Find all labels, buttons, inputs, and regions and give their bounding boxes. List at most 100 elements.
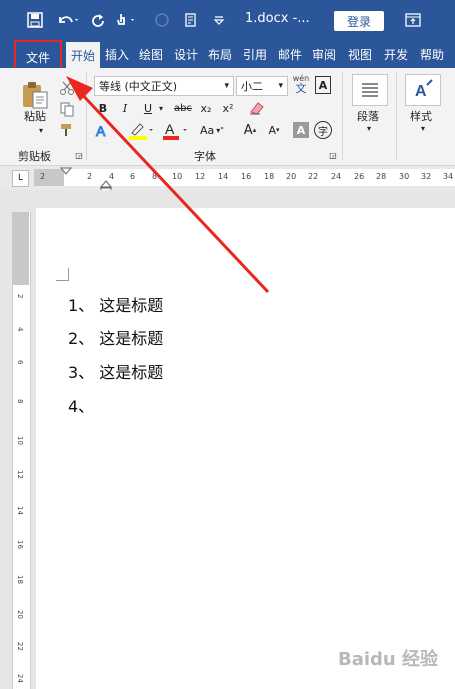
- chevron-down-icon: ▾: [224, 81, 229, 91]
- vertical-ruler-tick: 14: [16, 506, 24, 515]
- new-window-icon[interactable]: [180, 8, 202, 32]
- chevron-down-icon: ▾: [278, 81, 283, 91]
- ruler-tick: 30: [399, 172, 410, 181]
- cut-icon[interactable]: [59, 80, 75, 96]
- font-dialog-launcher-icon[interactable]: ◲: [328, 150, 338, 160]
- save-icon[interactable]: [24, 8, 46, 32]
- vertical-ruler-tick: 8: [16, 399, 24, 404]
- tab-selector[interactable]: L: [12, 170, 29, 187]
- document-page[interactable]: [36, 208, 455, 689]
- tab-draw[interactable]: 绘图: [136, 40, 166, 68]
- styles-dropdown-icon[interactable]: ▾: [418, 124, 428, 133]
- paste-dropdown-icon[interactable]: ▾: [36, 126, 46, 135]
- chevron-down-icon: ▾": [216, 125, 224, 135]
- tab-layout[interactable]: 布局: [205, 40, 235, 68]
- tab-home[interactable]: 开始: [66, 42, 100, 68]
- ruler-tick: 28: [376, 172, 387, 181]
- styles-button-label[interactable]: 样式: [410, 108, 432, 124]
- character-border-button[interactable]: A: [315, 76, 331, 94]
- watermark-logo: Baidu 经验: [338, 649, 439, 670]
- circle-icon[interactable]: [152, 8, 172, 32]
- ruler-tick: 34: [443, 172, 454, 181]
- paste-icon[interactable]: [20, 80, 50, 110]
- paste-button[interactable]: 粘贴: [18, 108, 52, 124]
- vertical-ruler-tick: 24: [16, 674, 24, 683]
- paragraph-button-label[interactable]: 段落: [357, 108, 379, 124]
- group-separator: [396, 72, 397, 160]
- ruler-tick: 14: [218, 172, 229, 181]
- character-shading-button[interactable]: A: [293, 122, 309, 138]
- font-name-dropdown[interactable]: 等线 (中文正文) ▾: [94, 76, 234, 96]
- font-size-dropdown[interactable]: 小二 ▾: [236, 76, 288, 96]
- enclose-characters-button[interactable]: 字: [314, 121, 332, 139]
- font-group-label: 字体: [194, 150, 216, 163]
- ruler-tick: 20: [286, 172, 297, 181]
- paragraph-icon[interactable]: [352, 74, 388, 106]
- font-color-icon[interactable]: A: [160, 121, 190, 141]
- highlight-icon[interactable]: [126, 121, 156, 141]
- ruler-tick: 6: [130, 172, 136, 181]
- shrink-font-button[interactable]: A ▾: [266, 122, 282, 138]
- tab-help[interactable]: 帮助: [415, 40, 449, 68]
- vertical-ruler-tick: 6: [16, 360, 24, 365]
- ruler-tick: 10: [172, 172, 183, 181]
- vertical-ruler-tick: 10: [16, 436, 24, 445]
- ruler-tick: 2: [40, 172, 46, 181]
- grow-font-button[interactable]: A ▴: [242, 122, 258, 138]
- underline-button[interactable]: U: [140, 100, 156, 116]
- list-item[interactable]: 4、: [68, 393, 94, 417]
- ribbon-display-options-icon[interactable]: [402, 8, 424, 32]
- format-painter-icon[interactable]: [59, 122, 75, 138]
- paragraph-dropdown-icon[interactable]: ▾: [364, 124, 374, 133]
- clipboard-group-label: 剪贴板: [18, 150, 51, 163]
- tab-design[interactable]: 设计: [171, 40, 201, 68]
- tab-mailings[interactable]: 邮件: [275, 40, 305, 68]
- copy-icon[interactable]: [59, 101, 75, 117]
- login-button[interactable]: 登录: [334, 11, 384, 31]
- redo-icon[interactable]: [88, 8, 108, 32]
- bold-button[interactable]: B: [95, 100, 111, 116]
- superscript-button[interactable]: x²: [220, 100, 236, 116]
- phonetic-guide-button[interactable]: wén 文: [291, 74, 311, 98]
- up-arrow-icon: ▴: [252, 126, 257, 134]
- text-effects-icon[interactable]: A: [94, 122, 122, 140]
- ruler-tick: 32: [421, 172, 432, 181]
- italic-button[interactable]: I: [117, 100, 133, 116]
- tab-references[interactable]: 引用: [240, 40, 270, 68]
- undo-icon[interactable]: [53, 8, 83, 32]
- touch-mode-icon[interactable]: [112, 8, 142, 32]
- list-item[interactable]: 2、 这是标题: [68, 325, 163, 349]
- list-item[interactable]: 1、 这是标题: [68, 292, 163, 316]
- vertical-ruler-tick: 20: [16, 610, 24, 619]
- font-name-value: 等线 (中文正文): [99, 80, 178, 93]
- ruler-tick: 22: [308, 172, 319, 181]
- grow-font-label: A: [243, 122, 253, 138]
- clear-formatting-icon[interactable]: [248, 100, 266, 116]
- change-case-button[interactable]: Aa ▾": [197, 122, 227, 138]
- first-line-indent-marker[interactable]: [59, 166, 73, 176]
- vertical-ruler-tick: 4: [16, 327, 24, 332]
- ruler-tick: 26: [354, 172, 365, 181]
- tab-developer[interactable]: 开发: [380, 40, 412, 68]
- down-arrow-icon: ▾: [276, 126, 280, 134]
- styles-icon[interactable]: A: [405, 74, 441, 106]
- group-separator: [342, 72, 343, 160]
- vertical-ruler-tick: 22: [16, 642, 24, 651]
- margin-corner-mark: [56, 268, 69, 281]
- vertical-ruler-top-margin: [12, 212, 29, 285]
- list-item[interactable]: 3、 这是标题: [68, 359, 163, 383]
- clipboard-dialog-launcher-icon[interactable]: ◲: [74, 150, 84, 160]
- underline-dropdown-icon[interactable]: ▾: [156, 100, 166, 116]
- phonetic-guide-char: 文: [295, 82, 307, 95]
- tab-view[interactable]: 视图: [345, 40, 375, 68]
- ruler-tick: 12: [195, 172, 206, 181]
- strikethrough-button[interactable]: abc: [172, 100, 194, 116]
- shrink-font-label: A: [268, 123, 276, 137]
- vertical-ruler-tick: 12: [16, 470, 24, 479]
- tab-review[interactable]: 审阅: [309, 40, 339, 68]
- svg-text:A: A: [165, 121, 175, 137]
- tab-insert[interactable]: 插入: [102, 40, 132, 68]
- customize-qat-icon[interactable]: [210, 8, 228, 32]
- subscript-button[interactable]: x₂: [198, 100, 214, 116]
- ruler-tick: 2: [87, 172, 93, 181]
